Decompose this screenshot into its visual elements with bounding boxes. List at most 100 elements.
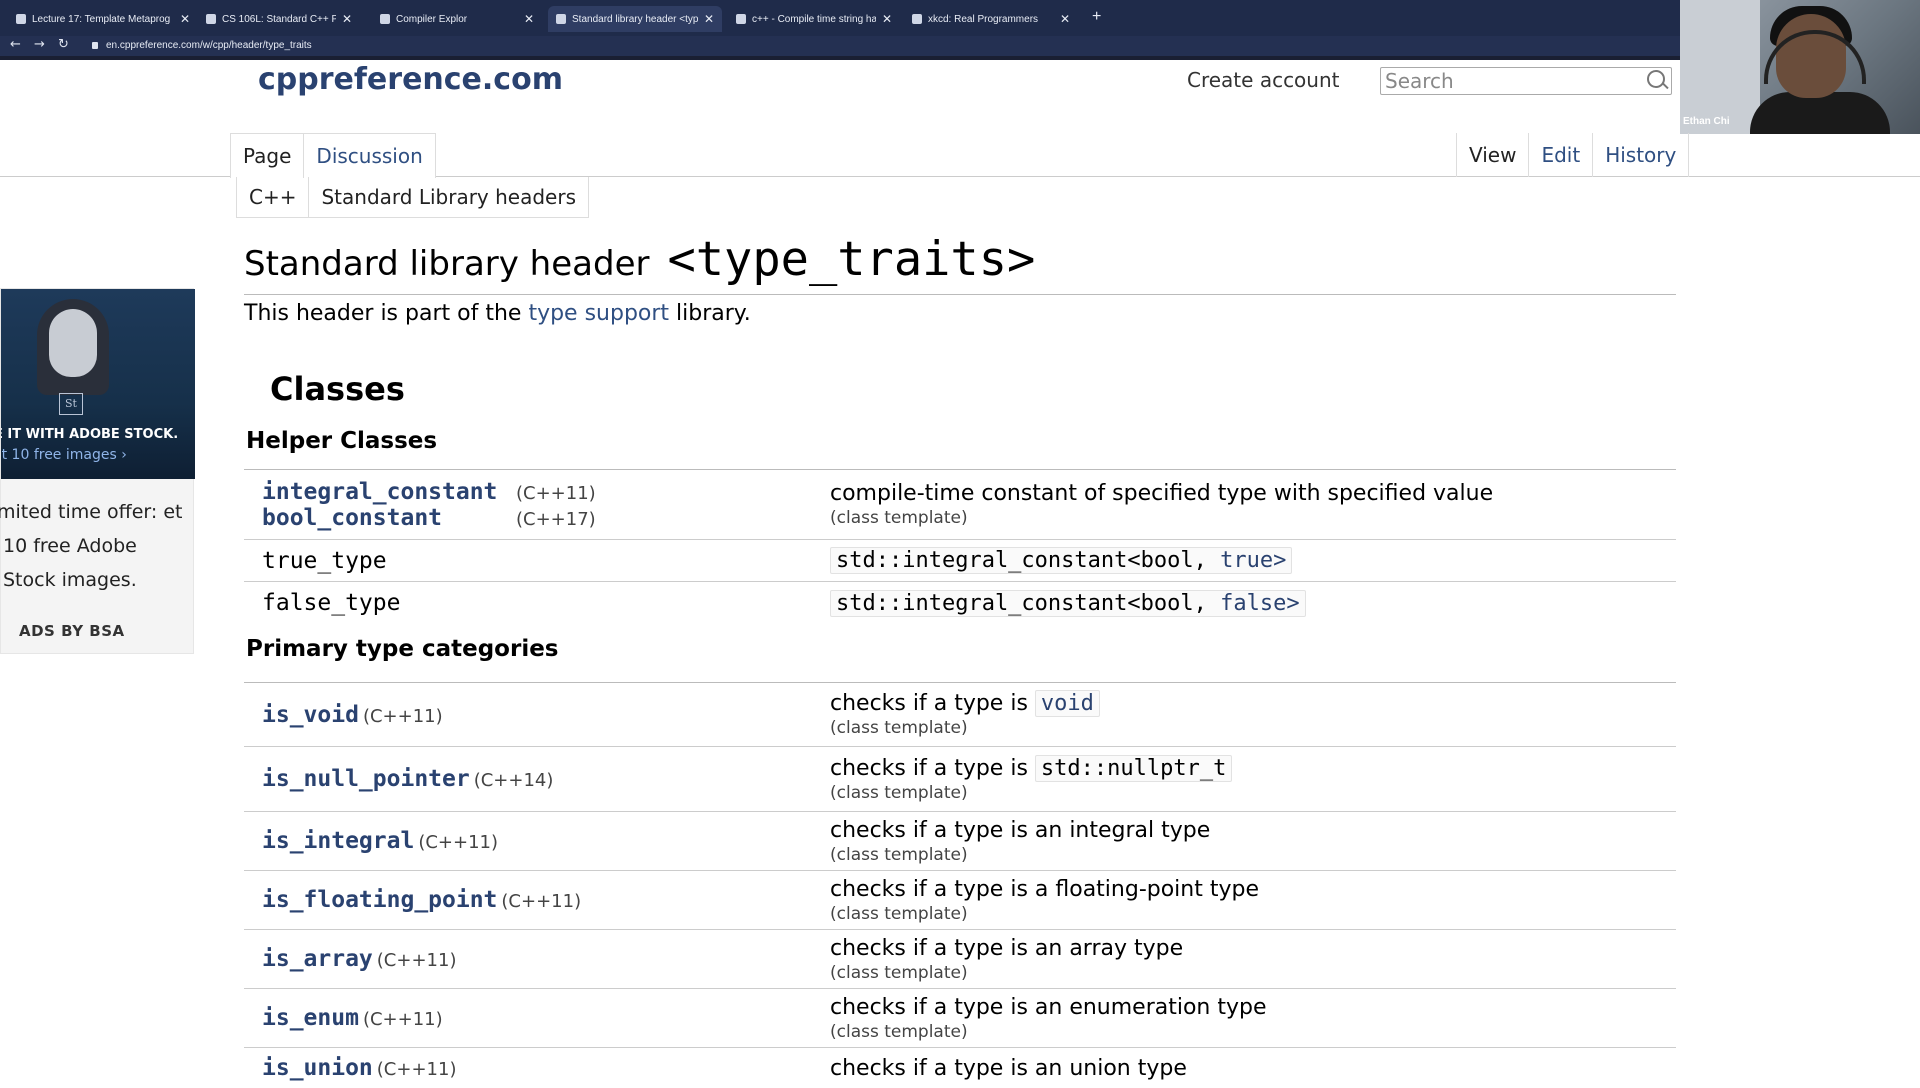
- row-kind: (class template): [830, 903, 968, 924]
- table-row: is_null_pointer (C++14) checks if a type …: [244, 747, 1676, 812]
- tab-label: CS 106L: Standard C++ Progr: [222, 13, 336, 25]
- site-logo[interactable]: cppreference.com: [258, 62, 563, 97]
- browser-tab[interactable]: Compiler Explor ✕: [372, 6, 542, 32]
- favicon-icon: [206, 14, 216, 24]
- table-row: true_type std::integral_constant<bool, t…: [244, 540, 1676, 582]
- version-badge: (C++11): [376, 1059, 457, 1080]
- row-kind: (class template): [830, 718, 968, 738]
- close-icon[interactable]: ✕: [1060, 12, 1070, 26]
- close-icon[interactable]: ✕: [180, 12, 190, 26]
- browser-tab[interactable]: Lecture 17: Template Metaprog ✕: [8, 6, 198, 32]
- bool-constant-link[interactable]: bool_constant: [262, 505, 512, 531]
- version-badge: (C++11): [376, 950, 457, 971]
- close-icon[interactable]: ✕: [342, 12, 352, 26]
- tab-label: c++ - Compile time string has: [752, 13, 876, 25]
- table-row: false_type std::integral_constant<bool, …: [244, 582, 1676, 624]
- webcam-video: [1680, 0, 1920, 134]
- browser-tab[interactable]: CS 106L: Standard C++ Progr ✕: [198, 6, 360, 32]
- is-enum-link[interactable]: is_enum: [262, 1005, 359, 1031]
- ads-by-label[interactable]: ADS BY BSA: [19, 622, 125, 640]
- is-void-link[interactable]: is_void: [262, 702, 359, 728]
- browser-tab[interactable]: xkcd: Real Programmers ✕: [904, 6, 1078, 32]
- ad-image[interactable]: St E IT WITH ADOBE STOCK. et 10 free ima…: [1, 289, 195, 479]
- sidebar-ad[interactable]: St E IT WITH ADOBE STOCK. et 10 free ima…: [0, 288, 195, 654]
- title-code: <type_traits>: [667, 232, 1036, 287]
- intro-text: This header is part of the type support …: [244, 301, 1676, 326]
- tab-edit[interactable]: Edit: [1528, 133, 1592, 177]
- table-row: is_array (C++11) checks if a type is an a…: [244, 930, 1676, 989]
- tab-label: Lecture 17: Template Metaprog: [32, 13, 171, 25]
- table-row: is_enum (C++11) checks if a type is an en…: [244, 989, 1676, 1048]
- forward-icon[interactable]: →: [34, 37, 45, 52]
- table-row: is_floating_point (C++11) checks if a typ…: [244, 871, 1676, 930]
- row-kind: (class template): [830, 1021, 968, 1042]
- code-snippet[interactable]: std::nullptr_t: [1034, 754, 1233, 782]
- table-row: integral_constant (C++11) bool_constant …: [244, 470, 1676, 540]
- ad-headline: E IT WITH ADOBE STOCK.: [1, 427, 179, 442]
- favicon-icon: [736, 14, 746, 24]
- table-row: is_integral (C++11) checks if a type is a…: [244, 812, 1676, 871]
- create-account-link[interactable]: Create account: [1187, 68, 1340, 92]
- is-union-link[interactable]: is_union: [262, 1055, 373, 1081]
- primary-categories-table: is_void (C++11) checks if a type is void …: [244, 683, 1676, 1088]
- row-kind: (class template): [830, 844, 968, 865]
- close-icon[interactable]: ✕: [704, 12, 714, 26]
- is-null-pointer-link[interactable]: is_null_pointer: [262, 766, 470, 792]
- search-input[interactable]: [1381, 68, 1639, 94]
- browser-tab-bar: Lecture 17: Template Metaprog ✕ CS 106L:…: [0, 0, 1680, 36]
- row-description: checks if a type is an enumeration type: [830, 994, 1267, 1020]
- is-integral-link[interactable]: is_integral: [262, 828, 414, 854]
- row-description: checks if a type is a floating-point typ…: [830, 876, 1259, 902]
- breadcrumb: C++ Standard Library headers: [236, 177, 589, 218]
- type-support-link[interactable]: type support: [528, 301, 669, 326]
- is-array-link[interactable]: is_array: [262, 946, 373, 972]
- version-badge: (C++11): [418, 832, 499, 853]
- code-snippet: std::integral_constant<bool, false>: [830, 589, 1306, 617]
- version-badge: (C++11): [362, 1009, 443, 1030]
- title-text: Standard library header: [244, 244, 650, 284]
- participant-name: Ethan Chi: [1683, 116, 1730, 127]
- code-snippet: std::integral_constant<bool, true>: [830, 547, 1293, 574]
- row-kind: (class template): [830, 962, 968, 983]
- favicon-icon: [912, 14, 922, 24]
- true-type-name: true_type: [262, 547, 387, 574]
- close-icon[interactable]: ✕: [882, 12, 892, 26]
- page-title: Standard library header <type_traits>: [244, 232, 1676, 295]
- row-description: checks if a type is an array type: [830, 935, 1184, 961]
- breadcrumb-cpp[interactable]: C++: [237, 177, 308, 217]
- false-type-name: false_type: [262, 590, 401, 616]
- integral-constant-link[interactable]: integral_constant: [262, 479, 512, 505]
- browser-tab[interactable]: c++ - Compile time string has ✕: [728, 6, 900, 32]
- close-icon[interactable]: ✕: [524, 12, 534, 26]
- favicon-icon: [556, 14, 566, 24]
- tab-label: Compiler Explor: [396, 13, 468, 25]
- row-kind: (class template): [830, 782, 968, 803]
- row-description: checks if a type is: [830, 691, 1028, 716]
- divider: [0, 56, 1680, 60]
- search-icon[interactable]: [1647, 70, 1665, 88]
- page-tabs: Page Discussion: [230, 133, 436, 178]
- browser-tab-active[interactable]: Standard library header <type_ ✕: [548, 6, 722, 32]
- adobe-stock-badge: St: [59, 393, 83, 415]
- table-row: is_union (C++11) checks if a type is an u…: [244, 1048, 1676, 1088]
- tab-discussion[interactable]: Discussion: [303, 134, 434, 178]
- tab-page[interactable]: Page: [231, 134, 303, 178]
- row-description: checks if a type is: [830, 755, 1028, 781]
- ad-cta-link[interactable]: et 10 free images ›: [1, 447, 127, 463]
- subsection-heading-helper: Helper Classes: [244, 428, 1676, 470]
- tab-view[interactable]: View: [1457, 133, 1528, 177]
- breadcrumb-headers[interactable]: Standard Library headers: [308, 177, 588, 217]
- row-kind: (class template): [830, 508, 968, 528]
- back-icon[interactable]: ←: [10, 37, 21, 52]
- new-tab-button[interactable]: +: [1092, 8, 1101, 26]
- reload-icon[interactable]: ↻: [58, 37, 69, 52]
- is-floating-point-link[interactable]: is_floating_point: [262, 887, 497, 913]
- url-field[interactable]: en.cppreference.com/w/cpp/header/type_tr…: [92, 36, 312, 56]
- tab-history[interactable]: History: [1592, 133, 1688, 177]
- code-snippet[interactable]: void: [1034, 690, 1100, 717]
- version-badge: (C++11): [516, 482, 596, 504]
- search-box[interactable]: [1380, 67, 1672, 95]
- helper-classes-table: integral_constant (C++11) bool_constant …: [244, 470, 1676, 624]
- version-badge: (C++14): [473, 770, 554, 791]
- row-description: checks if a type is an union type: [830, 1055, 1187, 1081]
